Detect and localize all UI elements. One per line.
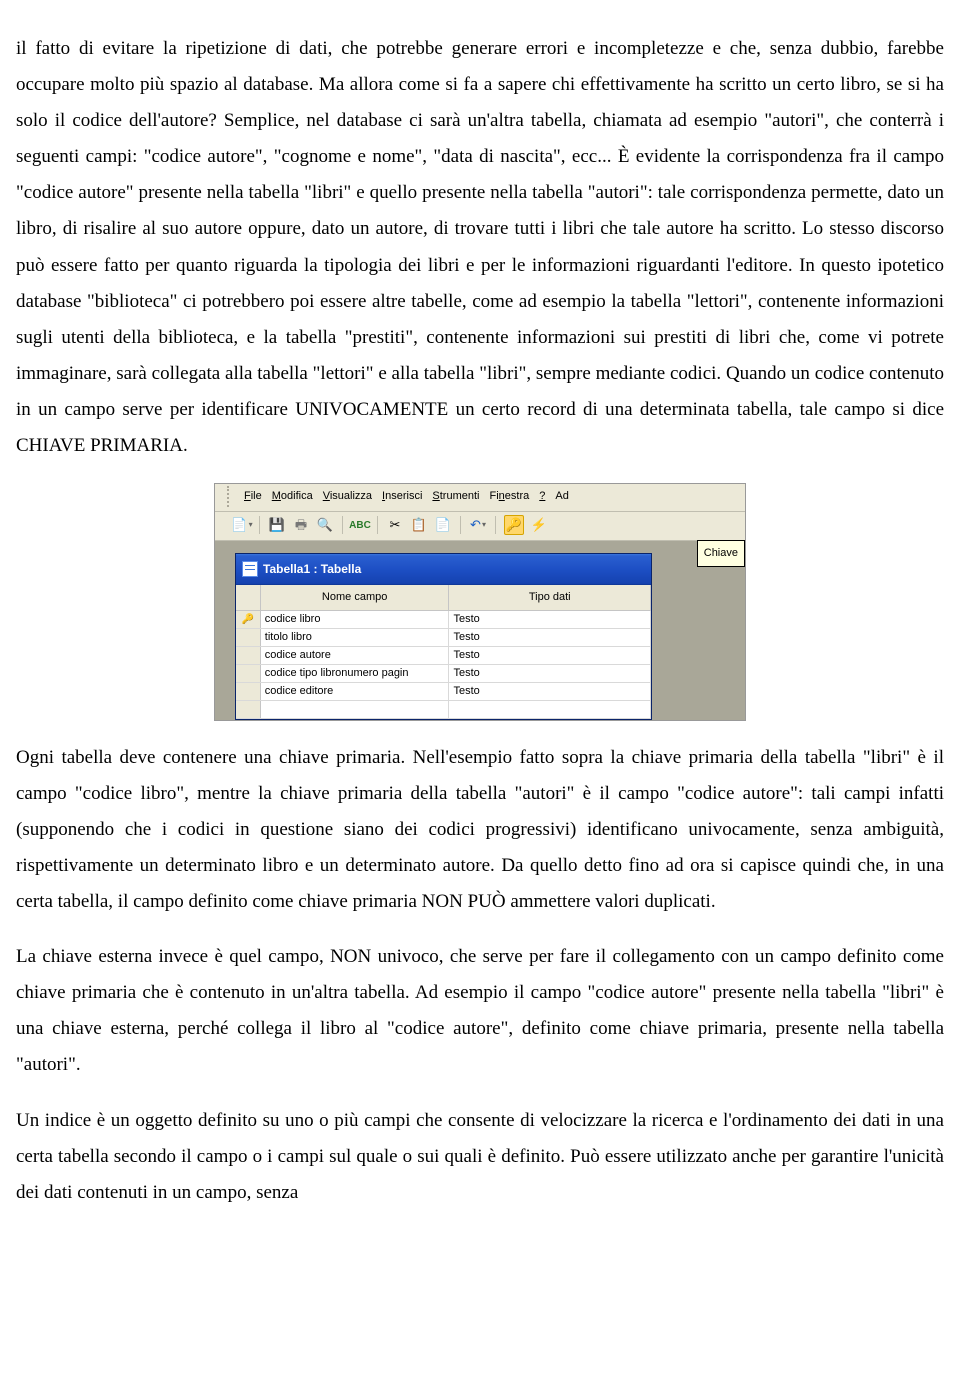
access-table-designer-screenshot: File Modifica Visualizza Inserisci Strum… xyxy=(214,483,746,721)
data-type-cell[interactable]: Testo xyxy=(449,629,651,646)
table-row[interactable]: codice tipo libronumero pagin Testo xyxy=(236,665,651,683)
field-name-cell[interactable]: titolo libro xyxy=(261,629,450,646)
spellcheck-icon[interactable]: ABC xyxy=(351,516,369,534)
toolbar: 📄 💾 🖶 🔍 ABC ✂ 📋 📄 ↶ 🔑 ⚡ xyxy=(215,512,745,541)
row-selector[interactable] xyxy=(236,701,261,718)
print-preview-icon[interactable]: 🔍 xyxy=(316,516,334,534)
table-row[interactable]: 🔑▸ codice libro Testo xyxy=(236,611,651,629)
menu-view[interactable]: Visualizza xyxy=(323,486,372,507)
data-type-cell[interactable]: Testo xyxy=(449,665,651,682)
row-selector[interactable] xyxy=(236,647,261,664)
row-selector[interactable] xyxy=(236,629,261,646)
primary-key-icon[interactable]: 🔑 xyxy=(504,515,524,535)
menu-tools[interactable]: Strumenti xyxy=(432,486,479,507)
indexes-icon[interactable]: ⚡ xyxy=(530,516,548,534)
data-type-cell[interactable]: Testo xyxy=(449,647,651,664)
row-selector[interactable] xyxy=(236,683,261,700)
save-icon[interactable]: 💾 xyxy=(268,516,286,534)
menu-window[interactable]: Finestra xyxy=(490,486,530,507)
menubar: File Modifica Visualizza Inserisci Strum… xyxy=(215,484,745,512)
mdi-workspace: Chiave Tabella1 : Tabella Nome campo Tip… xyxy=(215,541,745,720)
paragraph-4: Un indice è un oggetto definito su uno o… xyxy=(16,1103,944,1211)
grid-body: 🔑▸ codice libro Testo titolo libro Testo… xyxy=(236,611,651,719)
table-row[interactable]: codice editore Testo xyxy=(236,683,651,701)
undo-icon[interactable]: ↶ xyxy=(469,516,487,534)
table-icon xyxy=(242,561,258,577)
menu-edit[interactable]: Modifica xyxy=(272,486,313,507)
field-name-cell[interactable] xyxy=(261,701,450,718)
menu-truncated[interactable]: Ad xyxy=(555,486,568,507)
field-name-cell[interactable]: codice autore xyxy=(261,647,450,664)
view-mode-icon[interactable]: 📄 xyxy=(233,516,251,534)
row-selector-header xyxy=(236,585,261,610)
tooltip-chiave: Chiave xyxy=(697,540,745,567)
table-row[interactable]: titolo libro Testo xyxy=(236,629,651,647)
field-name-cell[interactable]: codice editore xyxy=(261,683,450,700)
paragraph-3: La chiave esterna invece è quel campo, N… xyxy=(16,939,944,1083)
data-type-cell[interactable]: Testo xyxy=(449,611,651,628)
copy-icon[interactable]: 📋 xyxy=(410,516,428,534)
table-row[interactable] xyxy=(236,701,651,719)
menu-help[interactable]: ? xyxy=(539,486,545,507)
data-type-cell[interactable]: Testo xyxy=(449,683,651,700)
menubar-grip xyxy=(227,486,232,507)
table-design-window: Tabella1 : Tabella Nome campo Tipo dati … xyxy=(235,553,652,720)
row-selector[interactable]: 🔑▸ xyxy=(236,611,261,628)
print-icon[interactable]: 🖶 xyxy=(292,516,310,534)
titlebar[interactable]: Tabella1 : Tabella xyxy=(236,554,651,585)
field-name-header: Nome campo xyxy=(261,585,450,610)
field-name-cell[interactable]: codice tipo libronumero pagin xyxy=(261,665,450,682)
table-row[interactable]: codice autore Testo xyxy=(236,647,651,665)
cut-icon[interactable]: ✂ xyxy=(386,516,404,534)
menu-file[interactable]: File xyxy=(244,486,262,507)
data-type-cell[interactable] xyxy=(449,701,651,718)
paragraph-2: Ogni tabella deve contenere una chiave p… xyxy=(16,740,944,920)
primary-key-indicator-icon: 🔑▸ xyxy=(242,614,254,628)
grid-header-row: Nome campo Tipo dati xyxy=(236,585,651,611)
paragraph-1: il fatto di evitare la ripetizione di da… xyxy=(16,31,944,464)
row-selector[interactable] xyxy=(236,665,261,682)
paste-icon[interactable]: 📄 xyxy=(434,516,452,534)
menu-insert[interactable]: Inserisci xyxy=(382,486,422,507)
data-type-header: Tipo dati xyxy=(449,585,651,610)
field-name-cell[interactable]: codice libro xyxy=(261,611,450,628)
window-title: Tabella1 : Tabella xyxy=(263,558,361,581)
